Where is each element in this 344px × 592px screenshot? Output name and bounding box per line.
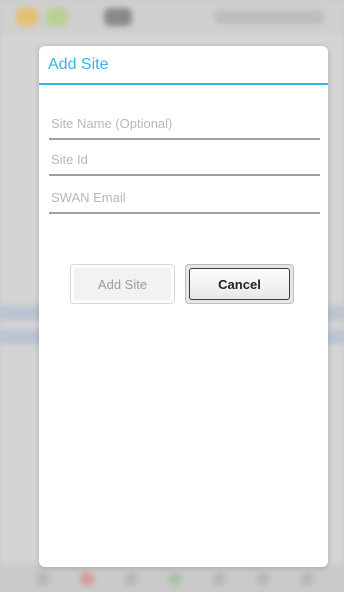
background-icon <box>214 10 324 24</box>
swan-email-field[interactable] <box>49 188 320 214</box>
background-tab-icon <box>256 572 270 586</box>
background-tab-icon <box>300 572 314 586</box>
site-id-input[interactable] <box>51 152 311 167</box>
add-site-dialog: Add Site Add Site Cancel <box>39 46 328 567</box>
background-tab-icon <box>124 572 138 586</box>
site-name-field[interactable] <box>49 114 320 140</box>
background-icon <box>16 8 38 26</box>
cancel-button[interactable]: Cancel <box>185 264 294 304</box>
swan-email-input[interactable] <box>51 190 311 205</box>
background-tab-icon <box>168 572 182 586</box>
background-icon <box>104 8 132 26</box>
background-tab-icon <box>36 572 50 586</box>
background-icon <box>46 8 68 26</box>
cancel-button-label: Cancel <box>218 276 261 292</box>
site-name-input[interactable] <box>51 116 311 131</box>
dialog-title: Add Site <box>48 56 109 73</box>
background-tab-icon <box>80 572 94 586</box>
title-divider <box>39 83 328 85</box>
add-site-button-label: Add Site <box>97 276 148 292</box>
cancel-button-face: Cancel <box>189 268 290 300</box>
background-tab-icon <box>212 572 226 586</box>
site-id-field[interactable] <box>49 150 320 176</box>
add-site-button[interactable]: Add Site <box>70 264 175 304</box>
